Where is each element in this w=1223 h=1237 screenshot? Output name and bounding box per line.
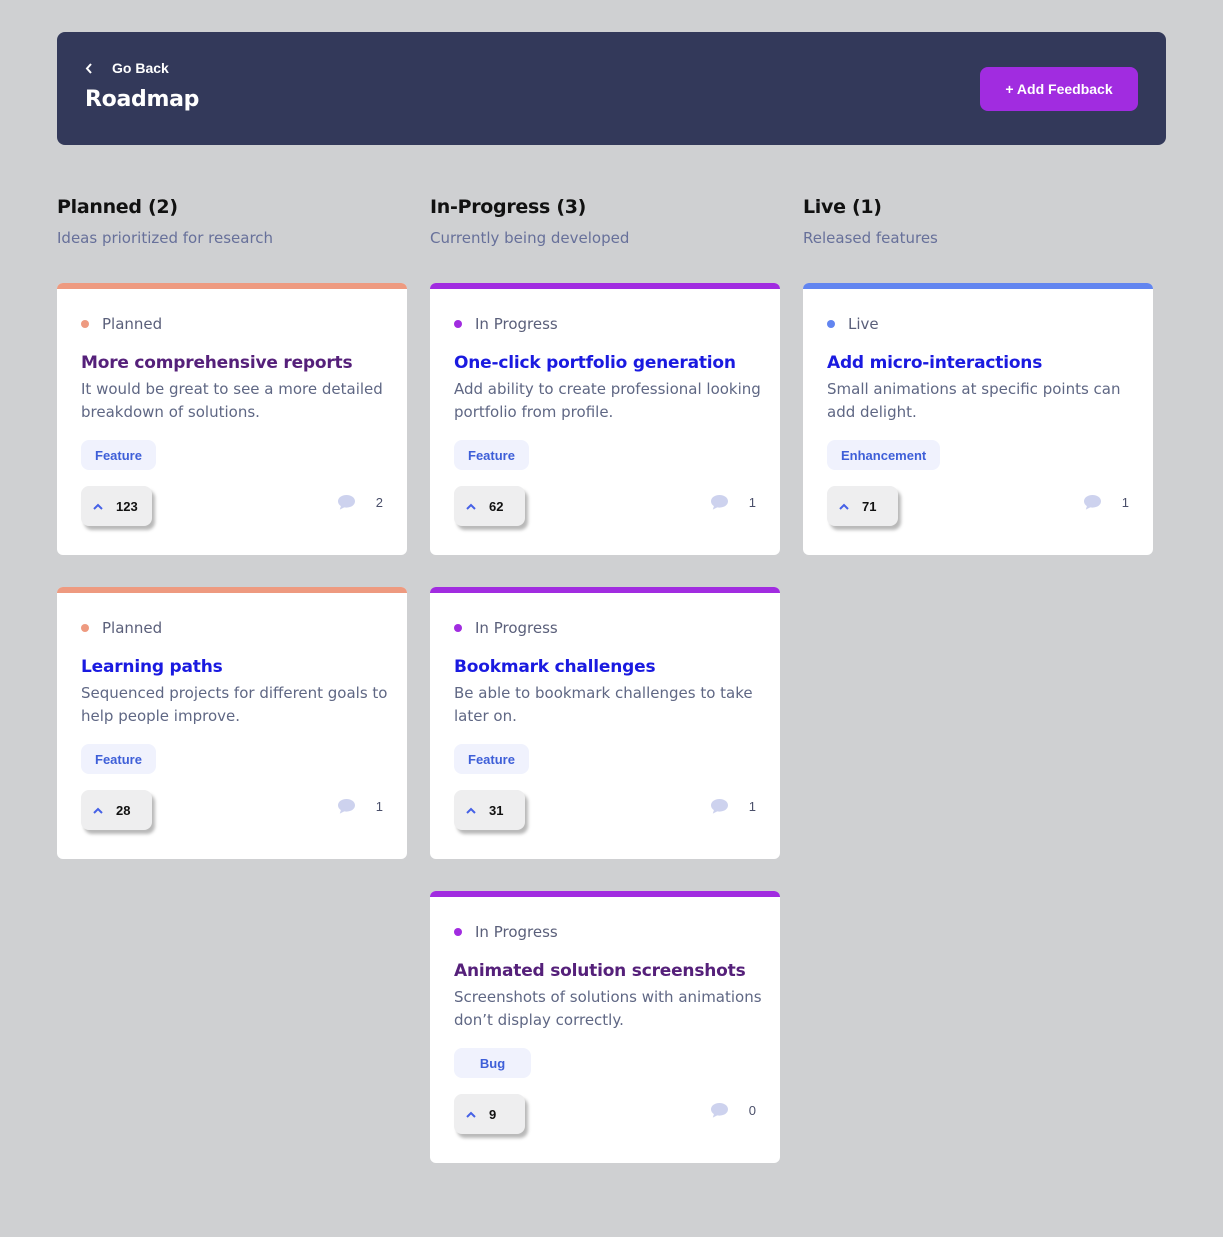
add-feedback-button[interactable]: + Add Feedback — [980, 67, 1138, 111]
status-label: In Progress — [475, 619, 558, 637]
arrow-up-icon — [466, 1111, 476, 1118]
upvote-count: 9 — [489, 1106, 497, 1122]
status-indicator: In Progress — [454, 619, 558, 637]
status-dot — [81, 320, 89, 328]
arrow-up-icon — [839, 503, 849, 510]
comment-number: 1 — [375, 799, 383, 814]
comment-number: 1 — [1121, 495, 1129, 510]
comment-bubble-icon — [710, 798, 729, 815]
card-title-link[interactable]: One-click portfolio generation — [454, 353, 736, 373]
comment-count: 1 — [710, 798, 756, 815]
column-title: In-Progress (3) — [430, 196, 587, 218]
comment-count: 2 — [337, 494, 383, 511]
upvote-count: 62 — [489, 498, 504, 514]
status-dot — [454, 928, 462, 936]
go-back-label: Go Back — [112, 60, 169, 76]
card-description: Small animations at specific points can … — [827, 380, 1121, 421]
arrow-up-icon — [466, 807, 476, 814]
card-description: It would be great to see a more detailed… — [81, 380, 383, 421]
comment-number: 1 — [748, 799, 756, 814]
card-description: Be able to bookmark challenges to take l… — [454, 684, 753, 725]
status-indicator: In Progress — [454, 923, 558, 941]
card-description: Screenshots of solutions with animations… — [454, 988, 762, 1029]
status-indicator: Planned — [81, 619, 162, 637]
roadmap-header: Go Back Roadmap + Add Feedback — [57, 32, 1166, 145]
upvote-count: 28 — [116, 802, 131, 818]
status-label: Planned — [102, 315, 163, 333]
comment-count: 1 — [1083, 494, 1129, 511]
roadmap-card[interactable]: Planned Learning paths Sequenced project… — [57, 587, 407, 859]
upvote-count: 71 — [862, 498, 877, 514]
column-header-planned: Planned (2) Ideas prioritized for resear… — [57, 196, 407, 247]
card-description: Add ability to create professional looki… — [454, 380, 761, 421]
column-title: Planned (2) — [57, 196, 178, 218]
category-tag[interactable]: Feature — [81, 744, 156, 774]
card-title-link[interactable]: More comprehensive reports — [81, 353, 353, 373]
status-indicator: Live — [827, 315, 879, 333]
arrow-up-icon — [93, 503, 103, 510]
roadmap-card[interactable]: In Progress One-click portfolio generati… — [430, 283, 780, 555]
column-subtitle: Ideas prioritized for research — [57, 229, 274, 247]
category-tag[interactable]: Feature — [81, 440, 156, 470]
category-tag[interactable]: Feature — [454, 744, 529, 774]
comment-bubble-icon — [710, 1102, 729, 1119]
column-subtitle: Released features — [803, 229, 938, 247]
status-indicator: In Progress — [454, 315, 558, 333]
status-dot — [454, 320, 462, 328]
status-label: Live — [848, 315, 879, 333]
status-dot — [81, 624, 89, 632]
status-label: In Progress — [475, 923, 558, 941]
category-tag[interactable]: Bug — [454, 1048, 531, 1078]
status-color-bar — [430, 891, 780, 897]
chevron-left-icon — [85, 61, 95, 75]
column-subtitle: Currently being developed — [430, 229, 630, 247]
comment-count: 1 — [337, 798, 383, 815]
roadmap-card[interactable]: Planned More comprehensive reports It wo… — [57, 283, 407, 555]
status-label: Planned — [102, 619, 163, 637]
upvote-count: 31 — [489, 802, 504, 818]
column-header-in-progress: In-Progress (3) Currently being develope… — [430, 196, 780, 247]
card-title-link[interactable]: Animated solution screenshots — [454, 961, 746, 981]
status-color-bar — [803, 283, 1153, 289]
comment-bubble-icon — [337, 494, 356, 511]
card-title-link[interactable]: Learning paths — [81, 657, 223, 677]
status-dot — [827, 320, 835, 328]
column-header-live: Live (1) Released features — [803, 196, 1153, 247]
comment-bubble-icon — [1083, 494, 1102, 511]
category-tag[interactable]: Feature — [454, 440, 529, 470]
status-color-bar — [57, 283, 407, 289]
upvote-button[interactable]: 31 — [454, 790, 525, 830]
arrow-up-icon — [93, 807, 103, 814]
upvote-button[interactable]: 71 — [827, 486, 898, 526]
category-tag[interactable]: Enhancement — [827, 440, 941, 470]
column-title: Live (1) — [803, 196, 882, 218]
roadmap-card[interactable]: Live Add micro-interactions Small animat… — [803, 283, 1153, 555]
roadmap-card[interactable]: In Progress Bookmark challenges Be able … — [430, 587, 780, 859]
comment-number: 2 — [375, 495, 383, 510]
comment-number: 0 — [748, 1103, 756, 1118]
upvote-button[interactable]: 9 — [454, 1094, 525, 1134]
status-color-bar — [57, 587, 407, 593]
status-label: In Progress — [475, 315, 558, 333]
status-indicator: Planned — [81, 315, 162, 333]
upvote-button[interactable]: 62 — [454, 486, 525, 526]
card-title-link[interactable]: Bookmark challenges — [454, 657, 656, 677]
status-color-bar — [430, 587, 780, 593]
upvote-button[interactable]: 28 — [81, 790, 152, 830]
comment-bubble-icon — [337, 798, 356, 815]
comment-number: 1 — [748, 495, 756, 510]
card-title-link[interactable]: Add micro-interactions — [827, 353, 1042, 373]
status-color-bar — [430, 283, 780, 289]
card-description: Sequenced projects for different goals t… — [81, 684, 388, 725]
status-dot — [454, 624, 462, 632]
upvote-button[interactable]: 123 — [81, 486, 152, 526]
go-back-link[interactable]: Go Back — [85, 60, 169, 76]
comment-bubble-icon — [710, 494, 729, 511]
comment-count: 1 — [710, 494, 756, 511]
comment-count: 0 — [710, 1102, 756, 1119]
upvote-count: 123 — [116, 498, 138, 514]
arrow-up-icon — [466, 503, 476, 510]
roadmap-card[interactable]: In Progress Animated solution screenshot… — [430, 891, 780, 1163]
page-title: Roadmap — [85, 87, 200, 112]
